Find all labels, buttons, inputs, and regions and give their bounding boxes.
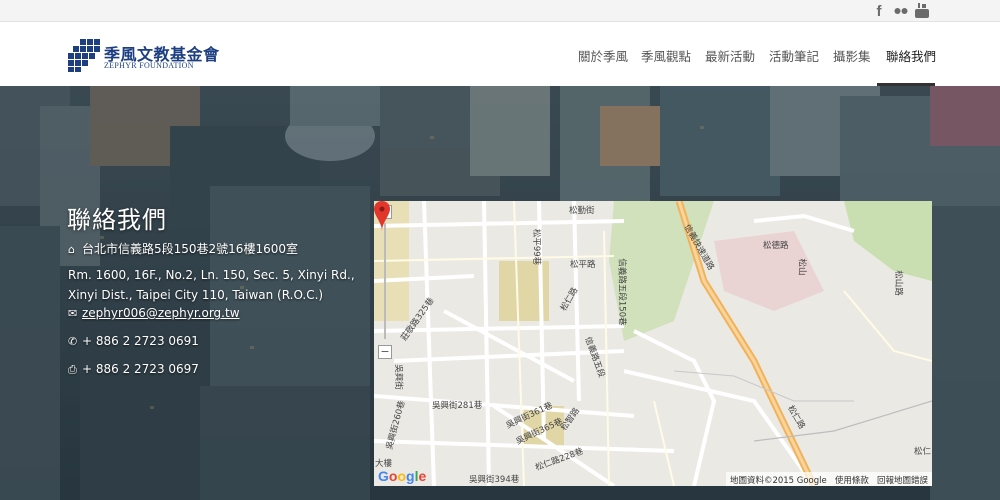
fax-icon: ⎙ (68, 363, 77, 376)
flickr-icon[interactable] (893, 3, 909, 19)
fax-line: ⎙ + 886 2 2723 0697 (68, 362, 199, 377)
fax-number: + 886 2 2723 0697 (82, 362, 199, 376)
phone-line: ✆ + 886 2 2723 0691 (68, 334, 199, 348)
zoom-out-button[interactable]: − (378, 345, 392, 359)
map-label: 松山 (796, 258, 807, 276)
email-link[interactable]: zephyr006@zephyr.org.tw (82, 306, 240, 320)
phone-icon: ✆ (68, 335, 78, 348)
map-label: 松山路 (892, 270, 903, 296)
map-label: 吳興街 (392, 364, 403, 390)
site-logo[interactable]: 季風文教基金會 ZEPHYR FOUNDATION (68, 38, 219, 72)
nav-events[interactable]: 最新活動 (705, 46, 755, 65)
location-map[interactable]: + − 松勤街 松平路 松德路 信義快速道路 松仁路 莊敬路325巷 吳興街 吳… (374, 201, 932, 486)
contact-title: 聯絡我們 (67, 206, 167, 234)
map-label: 松平99巷 (531, 228, 542, 266)
address-cn-line: ⌂ 台北市信義路5段150巷2號16樓1600室 (68, 240, 298, 257)
address-en-line-2: Xinyi Dist., Taipei City 110, Taiwan (R.… (68, 288, 324, 302)
nav-about[interactable]: 關於季風 (578, 46, 628, 65)
social-bar: f (0, 0, 1000, 22)
facebook-icon[interactable]: f (871, 3, 887, 20)
map-attribution: 地圖資料©2015 Google 使用條款 回報地圖錯誤 (725, 472, 932, 486)
map-label: 吳興街394巷 (469, 475, 520, 485)
map-data-credit: 地圖資料©2015 Google (729, 476, 827, 486)
map-label: 松仁 (914, 447, 932, 457)
zoom-slider-track[interactable] (384, 223, 386, 339)
logo-subtitle: ZEPHYR FOUNDATION (104, 61, 194, 70)
map-label: 松平路 (570, 260, 596, 270)
logo-mark-icon (68, 39, 100, 72)
address-cn: 台北市信義路5段150巷2號16樓1600室 (82, 242, 298, 256)
nav-viewpoint[interactable]: 季風觀點 (641, 46, 691, 65)
nav-gallery[interactable]: 攝影集 (833, 46, 871, 65)
phone-number: + 886 2 2723 0691 (82, 334, 199, 348)
google-logo[interactable]: Google (378, 468, 426, 484)
envelope-icon: ✉ (68, 307, 78, 320)
youtube-icon[interactable] (914, 3, 930, 19)
map-label: 信義路五段150巷 (616, 258, 627, 326)
site-header: 季風文教基金會 ZEPHYR FOUNDATION 關於季風 季風觀點 最新活動… (0, 22, 1000, 86)
email-line: ✉ zephyr006@zephyr.org.tw (68, 306, 240, 320)
home-icon: ⌂ (68, 243, 75, 256)
map-report-link[interactable]: 回報地圖錯誤 (877, 476, 928, 486)
map-label: 松勤街 (569, 206, 595, 216)
map-terms-link[interactable]: 使用條款 (835, 476, 869, 486)
address-en-line-1: Rm. 1600, 16F., No.2, Ln. 150, Sec. 5, X… (68, 268, 355, 282)
nav-contact[interactable]: 聯絡我們 (886, 46, 936, 65)
nav-notes[interactable]: 活動筆記 (769, 46, 819, 65)
map-label: 松德路 (763, 241, 789, 251)
map-label: 吳興街281巷 (432, 401, 483, 411)
map-marker-icon[interactable] (374, 201, 390, 231)
